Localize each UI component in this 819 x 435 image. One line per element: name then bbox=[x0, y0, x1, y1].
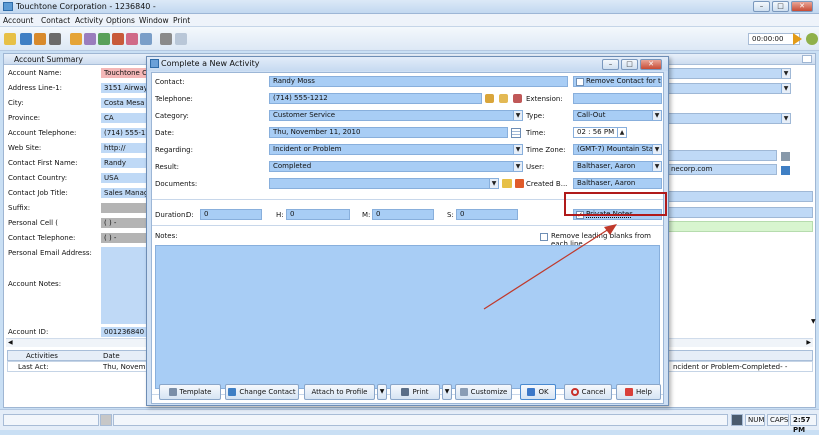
annotation-arrow bbox=[483, 224, 617, 310]
arrow-line bbox=[483, 226, 613, 310]
arrow-head bbox=[604, 224, 617, 235]
